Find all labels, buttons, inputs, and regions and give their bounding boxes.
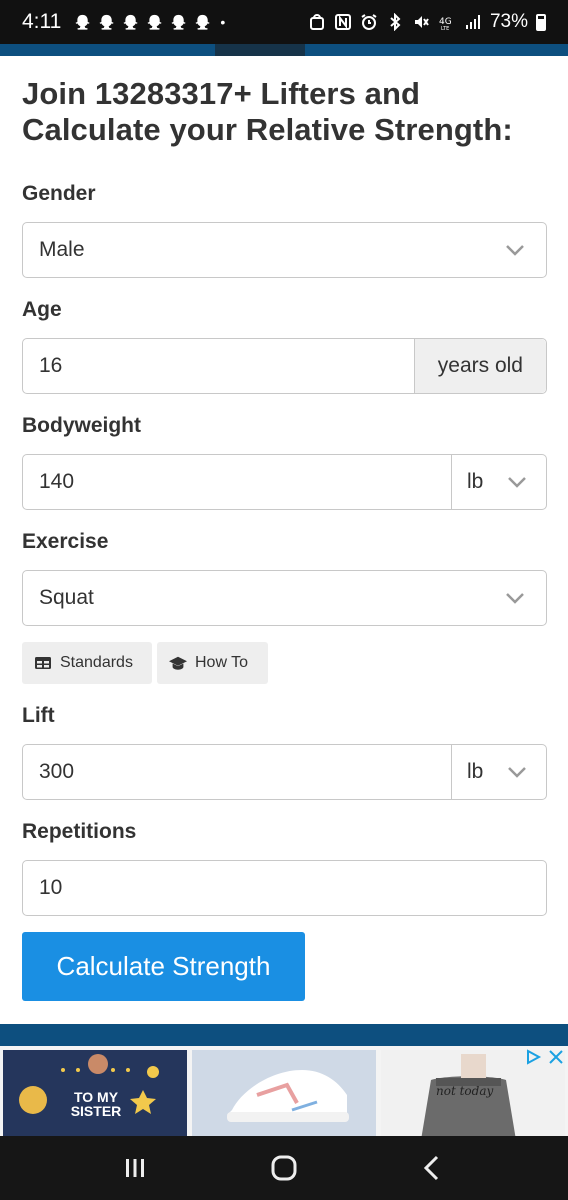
exercise-select[interactable]: Squat bbox=[22, 570, 547, 626]
bodyweight-value: 140 bbox=[39, 470, 75, 493]
nfc-icon bbox=[334, 14, 351, 30]
status-bar: 4:11 • 4G LTE 73% bbox=[0, 0, 568, 44]
home-icon[interactable] bbox=[267, 1151, 301, 1185]
repetitions-value: 10 bbox=[39, 876, 63, 899]
site-footer-strip bbox=[0, 1024, 568, 1046]
header-image-fragment bbox=[215, 44, 305, 56]
calculate-strength-button[interactable]: Calculate Strength bbox=[22, 932, 305, 1001]
bodyweight-label: Bodyweight bbox=[22, 414, 141, 437]
ad-tile-dress-text: not today bbox=[436, 1084, 494, 1098]
battery-icon bbox=[536, 13, 546, 31]
repetitions-label: Repetitions bbox=[22, 820, 137, 843]
system-nav-bar bbox=[0, 1136, 568, 1200]
bag-icon bbox=[309, 14, 324, 30]
lift-input[interactable]: 300 lb bbox=[22, 744, 547, 800]
repetitions-input[interactable]: 10 bbox=[22, 860, 547, 916]
exercise-value: Squat bbox=[39, 586, 94, 609]
gender-value: Male bbox=[39, 238, 85, 261]
graduation-cap-icon bbox=[169, 656, 187, 670]
snapchat-icon bbox=[123, 14, 138, 30]
lift-value: 300 bbox=[39, 760, 75, 783]
snapchat-icon bbox=[99, 14, 114, 30]
back-icon[interactable] bbox=[416, 1151, 450, 1185]
alarm-icon bbox=[361, 14, 377, 30]
gender-select[interactable]: Male bbox=[22, 222, 547, 278]
svg-text:LTE: LTE bbox=[441, 26, 449, 31]
lift-label: Lift bbox=[22, 704, 55, 727]
ad-tile-blanket-text: TO MY SISTER bbox=[70, 1089, 122, 1119]
snapchat-icon bbox=[147, 14, 162, 30]
ad-tile-blanket[interactable]: TO MY SISTER bbox=[3, 1050, 187, 1136]
chevron-down-icon bbox=[506, 593, 524, 604]
status-icons: 4G LTE 73% bbox=[308, 11, 546, 33]
age-input[interactable]: 16 years old bbox=[22, 338, 547, 394]
gender-label: Gender bbox=[22, 182, 96, 205]
age-suffix: years old bbox=[413, 339, 546, 393]
standards-button[interactable]: Standards bbox=[22, 642, 152, 684]
mute-icon bbox=[414, 16, 429, 28]
snapchat-icon bbox=[75, 14, 90, 30]
close-icon[interactable] bbox=[548, 1049, 564, 1065]
bodyweight-unit: lb bbox=[467, 470, 484, 493]
standards-label: Standards bbox=[60, 654, 133, 671]
snapchat-icon bbox=[195, 14, 210, 30]
bodyweight-unit-select[interactable]: lb bbox=[451, 455, 546, 509]
ad-banner[interactable]: TO MY SISTER not today bbox=[0, 1046, 568, 1136]
adchoices-icon[interactable] bbox=[524, 1048, 542, 1066]
table-icon bbox=[35, 657, 51, 669]
strength-calculator-form: Join 13283317+ Lifters and Calculate you… bbox=[22, 76, 547, 1001]
battery-percent: 73% bbox=[489, 11, 528, 32]
status-time: 4:11 bbox=[22, 10, 62, 33]
recent-apps-icon[interactable] bbox=[118, 1151, 152, 1185]
chevron-down-icon bbox=[506, 245, 524, 256]
how-to-button[interactable]: How To bbox=[157, 642, 268, 684]
ad-tile-sneaker[interactable] bbox=[192, 1050, 376, 1136]
signal-icon bbox=[465, 15, 480, 29]
how-to-label: How To bbox=[195, 654, 249, 671]
sneaker-image bbox=[227, 1070, 349, 1122]
bluetooth-icon bbox=[390, 13, 401, 31]
age-label: Age bbox=[22, 298, 62, 321]
bodyweight-input[interactable]: 140 lb bbox=[22, 454, 547, 510]
status-dot: • bbox=[220, 14, 226, 30]
ad-choices[interactable] bbox=[524, 1048, 564, 1066]
chevron-down-icon bbox=[508, 767, 526, 778]
lift-unit: lb bbox=[467, 760, 484, 783]
exercise-label: Exercise bbox=[22, 530, 109, 553]
lift-unit-select[interactable]: lb bbox=[451, 745, 546, 799]
snapchat-icon bbox=[171, 14, 186, 30]
notification-icons bbox=[73, 13, 212, 32]
lte-icon: 4GLTE bbox=[439, 17, 452, 31]
age-value: 16 bbox=[39, 354, 63, 377]
page-headline: Join 13283317+ Lifters and Calculate you… bbox=[22, 76, 513, 147]
chevron-down-icon bbox=[508, 477, 526, 488]
